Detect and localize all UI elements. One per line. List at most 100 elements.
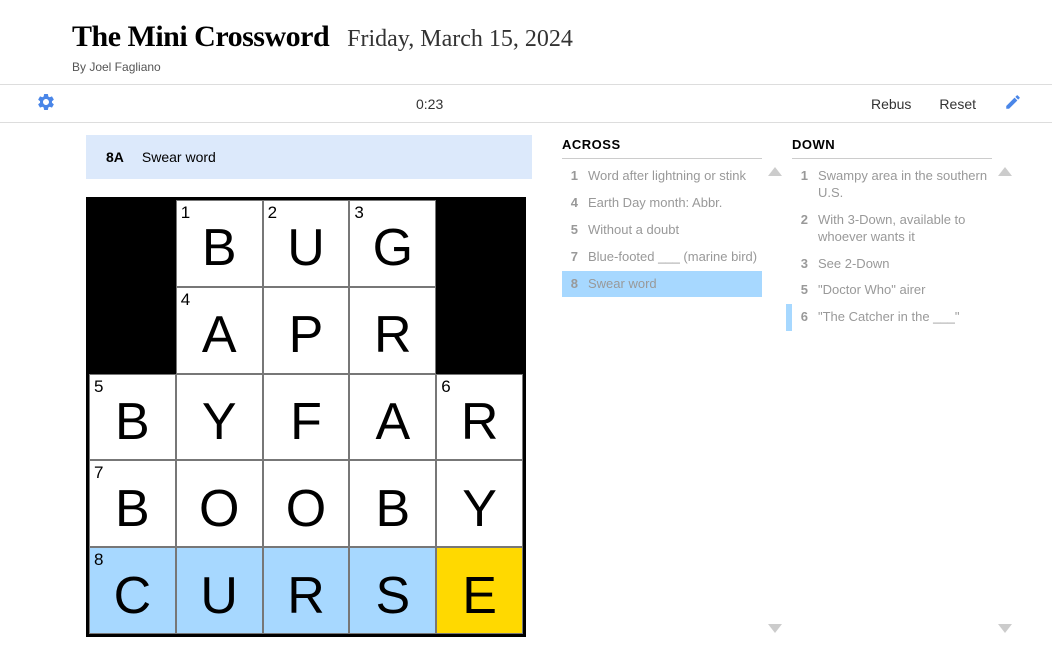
clue-number: 6: [794, 309, 808, 326]
cell[interactable]: 7B: [89, 460, 176, 547]
cell-letter: Y: [177, 375, 262, 460]
clue[interactable]: 6 "The Catcher in the ___": [786, 304, 992, 331]
current-clue-bar: 8A Swear word: [86, 135, 532, 179]
cell-letter: O: [264, 461, 349, 546]
cell-letter: R: [264, 548, 349, 633]
puzzle-date: Friday, March 15, 2024: [347, 26, 573, 53]
cell[interactable]: S: [349, 547, 436, 634]
clue[interactable]: 8 Swear word: [562, 271, 762, 298]
cell[interactable]: 2U: [263, 200, 350, 287]
down-clues: DOWN 1 Swampy area in the southern U.S. 2W…: [792, 135, 992, 637]
clue[interactable]: 2 With 3-Down, available to whoever wants…: [792, 207, 992, 251]
clue-text: Swampy area in the southern U.S.: [818, 168, 988, 202]
cell[interactable]: 8C: [89, 547, 176, 634]
cell-letter: R: [437, 375, 522, 460]
page-title: The Mini Crossword: [72, 20, 329, 54]
cell[interactable]: B: [349, 460, 436, 547]
cell-letter: U: [177, 548, 262, 633]
clue-text: Blue-footed ___ (marine bird): [588, 249, 758, 266]
cell[interactable]: E: [436, 547, 523, 634]
clue-text: With 3-Down, available to whoever wants …: [818, 212, 988, 246]
cell-letter: R: [350, 288, 435, 373]
rebus-button[interactable]: Rebus: [871, 96, 911, 112]
cell-black: [89, 200, 176, 287]
cell[interactable]: 4A: [176, 287, 263, 374]
cell[interactable]: U: [176, 547, 263, 634]
clue-text: "Doctor Who" airer: [818, 282, 988, 299]
cell-letter: O: [177, 461, 262, 546]
timer[interactable]: 0:23: [416, 96, 443, 112]
across-list: 1 Word after lightning or stink 4 Earth Day…: [562, 163, 762, 633]
clue[interactable]: 5 "Doctor Who" airer: [792, 277, 992, 304]
across-clues: ACROSS 1 Word after lightning or stink 4 Ea…: [562, 135, 762, 637]
cell[interactable]: R: [349, 287, 436, 374]
cell-letter: B: [177, 201, 262, 286]
toolbar: 0:23 Rebus Reset: [0, 84, 1052, 123]
cell-letter: B: [350, 461, 435, 546]
clue-number: 3: [794, 256, 808, 273]
down-list: 1 Swampy area in the southern U.S. 2 With 3…: [792, 163, 992, 633]
clue-number: 8: [564, 276, 578, 293]
cell[interactable]: 1B: [176, 200, 263, 287]
cell[interactable]: O: [176, 460, 263, 547]
scroll-down-icon[interactable]: [768, 624, 782, 633]
pencil-icon[interactable]: [1004, 93, 1022, 114]
cell-black: [436, 200, 523, 287]
cell[interactable]: F: [263, 374, 350, 461]
clue-number: 7: [564, 249, 578, 266]
scroll-up-icon[interactable]: [998, 167, 1012, 176]
clue-number: 1: [794, 168, 808, 202]
clue-text: See 2-Down: [818, 256, 988, 273]
cell-letter: B: [90, 375, 175, 460]
header: The Mini Crossword Friday, March 15, 202…: [0, 0, 1052, 84]
cell[interactable]: 6R: [436, 374, 523, 461]
cell-letter: C: [90, 548, 175, 633]
across-heading: ACROSS: [562, 137, 762, 159]
clue-text: Swear word: [588, 276, 758, 293]
clue[interactable]: 1 Word after lightning or stink: [562, 163, 762, 190]
cell-letter: B: [90, 461, 175, 546]
clue[interactable]: 4 Earth Day month: Abbr.: [562, 190, 762, 217]
down-heading: DOWN: [792, 137, 992, 159]
cell-black: [89, 287, 176, 374]
clue[interactable]: 5 Without a doubt: [562, 217, 762, 244]
cell-letter: P: [264, 288, 349, 373]
cell-black: [436, 287, 523, 374]
cell[interactable]: 3G: [349, 200, 436, 287]
scroll-up-icon[interactable]: [768, 167, 782, 176]
clue-text: Word after lightning or stink: [588, 168, 758, 185]
cell-letter: F: [264, 375, 349, 460]
settings-icon[interactable]: [36, 99, 56, 115]
clue[interactable]: 7 Blue-footed ___ (marine bird): [562, 244, 762, 271]
clue-number: 1: [564, 168, 578, 185]
byline: By Joel Fagliano: [72, 60, 980, 74]
main: 8A Swear word 1B2U3G4APR5BYFA6R7BOOBY8CU…: [0, 123, 1052, 647]
cell[interactable]: 5B: [89, 374, 176, 461]
clue-number: 4: [564, 195, 578, 212]
crossword-grid[interactable]: 1B2U3G4APR5BYFA6R7BOOBY8CURSE: [86, 197, 526, 637]
cell[interactable]: Y: [436, 460, 523, 547]
current-clue-number: 8A: [106, 149, 124, 165]
clue-number: 2: [794, 212, 808, 246]
cell-letter: E: [437, 548, 522, 633]
cell-letter: Y: [437, 461, 522, 546]
cell-letter: A: [350, 375, 435, 460]
cell-letter: S: [350, 548, 435, 633]
clue-number: 5: [794, 282, 808, 299]
clue-text: "The Catcher in the ___": [818, 309, 988, 326]
clue[interactable]: 3 See 2-Down: [792, 251, 992, 278]
clue-text: Earth Day month: Abbr.: [588, 195, 758, 212]
clue-number: 5: [564, 222, 578, 239]
cell[interactable]: R: [263, 547, 350, 634]
cell-letter: U: [264, 201, 349, 286]
cell[interactable]: P: [263, 287, 350, 374]
clue[interactable]: 1 Swampy area in the southern U.S.: [792, 163, 992, 207]
cell-letter: A: [177, 288, 262, 373]
cell[interactable]: A: [349, 374, 436, 461]
clue-text: Without a doubt: [588, 222, 758, 239]
cell[interactable]: O: [263, 460, 350, 547]
cell-letter: G: [350, 201, 435, 286]
cell[interactable]: Y: [176, 374, 263, 461]
reset-button[interactable]: Reset: [939, 96, 976, 112]
scroll-down-icon[interactable]: [998, 624, 1012, 633]
